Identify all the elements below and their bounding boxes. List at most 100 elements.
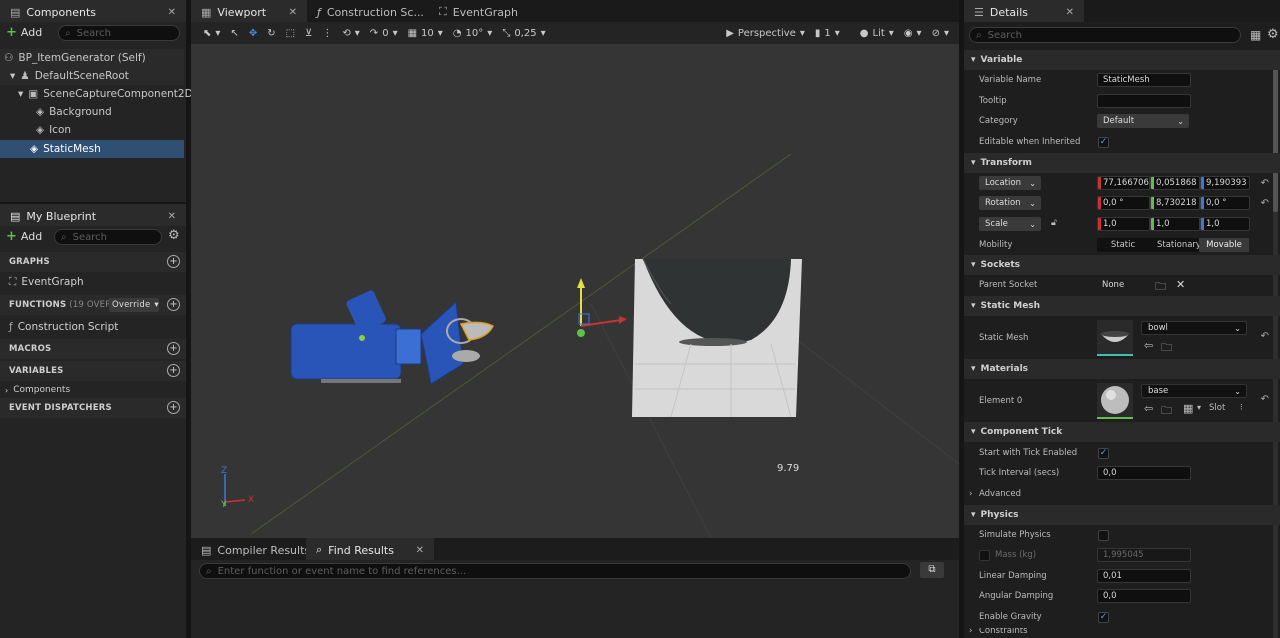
section-transform[interactable]: ▾ Transform — [964, 153, 1280, 173]
surface-snap-icon[interactable]: ⊻ — [305, 28, 312, 39]
tick-interval-field[interactable]: 0,0 — [1097, 466, 1191, 480]
static-mesh-dropdown[interactable]: bowl ⌄ — [1141, 321, 1247, 335]
tab-my-blueprint[interactable]: ▤ My Blueprint ✕ — [0, 204, 186, 226]
rotation-x[interactable]: 0,0 ° — [1097, 196, 1150, 210]
location-y[interactable]: 0,051868 — [1150, 176, 1200, 190]
variables-section[interactable]: VARIABLES + — [0, 361, 186, 381]
scale-y[interactable]: 1,0 — [1150, 217, 1200, 231]
material-thumbnail[interactable] — [1097, 383, 1133, 419]
lock-icon[interactable]: 🔓︎ — [1051, 218, 1057, 228]
close-icon[interactable]: ✕ — [1066, 7, 1074, 18]
mobility-movable[interactable]: Movable — [1199, 238, 1249, 252]
section-static-mesh[interactable]: ▾ Static Mesh — [964, 296, 1280, 316]
tab-eventgraph[interactable]: ⛶ EventGraph — [429, 0, 539, 22]
close-icon[interactable]: ✕ — [168, 7, 176, 18]
find-input[interactable]: ⌕ Enter function or event name to find r… — [199, 563, 911, 579]
scale-icon[interactable]: ⬚ — [286, 28, 295, 39]
reset-arrow-icon[interactable]: ↶ — [1261, 331, 1269, 342]
camera-speed-dropdown[interactable]: ▮ 1 ▾ — [815, 28, 840, 39]
section-component-tick[interactable]: ▾ Component Tick — [964, 422, 1280, 442]
slot-options-icon[interactable]: ⁝ — [1240, 403, 1243, 413]
tree-item-self[interactable]: ⚇ BP_ItemGenerator (Self) — [0, 49, 184, 67]
components-category[interactable]: › Components — [0, 380, 186, 400]
tab-components[interactable]: ▤ Components ✕ — [0, 0, 186, 22]
mesh-thumbnail[interactable] — [1097, 320, 1133, 356]
add-dispatcher-icon[interactable]: + — [167, 401, 180, 414]
use-selected-icon[interactable]: ⇦ — [1144, 339, 1153, 352]
scene-capture-camera[interactable] — [290, 289, 495, 385]
rotate-icon[interactable]: ↻ — [267, 28, 275, 39]
capture-preview-plane[interactable] — [632, 258, 802, 418]
angular-damping-field[interactable]: 0,0 — [1097, 589, 1191, 603]
gear-icon[interactable]: ⚙ — [168, 228, 180, 243]
angle-snap[interactable]: ◔ 10° ▾ — [453, 28, 493, 39]
tree-item-scenecapture[interactable]: ▾ ▣ SceneCaptureComponent2D — [0, 85, 193, 103]
graphs-section[interactable]: GRAPHS + — [0, 252, 186, 272]
components-search-input[interactable]: ⌕ Search — [58, 25, 180, 41]
viewport-canvas[interactable]: Z X Y 9.79 — [191, 44, 959, 538]
eventgraph-item[interactable]: ⛶ EventGraph — [0, 272, 186, 292]
section-physics[interactable]: ▾ Physics — [964, 505, 1280, 525]
location-x[interactable]: 77,166706 — [1097, 176, 1150, 190]
section-variable[interactable]: ▾ Variable — [964, 50, 1280, 70]
location-dropdown[interactable]: Location ⌄ — [979, 176, 1041, 190]
category-dropdown[interactable]: Default ⌄ — [1097, 114, 1189, 128]
reset-arrow-icon[interactable]: ↶ — [1261, 178, 1269, 189]
close-icon[interactable]: ✕ — [416, 545, 424, 556]
scale-dropdown[interactable]: Scale ⌄ — [979, 217, 1041, 231]
tooltip-field[interactable] — [1097, 94, 1191, 108]
use-selected-icon[interactable]: ⇦ — [1144, 402, 1153, 415]
rotation-dropdown[interactable]: Rotation ⌄ — [979, 196, 1041, 210]
close-icon[interactable]: ✕ — [168, 211, 176, 222]
construction-script-item[interactable]: ƒ Construction Script — [0, 317, 186, 337]
location-z[interactable]: 9,190393 — [1200, 176, 1250, 190]
functions-section[interactable]: FUNCTIONS (19 OVERRIDA Override ▾ + — [0, 295, 186, 315]
macros-section[interactable]: MACROS + — [0, 339, 186, 359]
tab-viewport[interactable]: ▦ Viewport ✕ — [191, 0, 307, 22]
section-materials[interactable]: ▾ Materials — [964, 359, 1280, 379]
constraints-row[interactable]: › Constraints — [964, 628, 1280, 638]
add-graph-icon[interactable]: + — [167, 255, 180, 268]
tree-item-staticmesh[interactable]: ◈ StaticMesh — [0, 140, 184, 158]
browse-icon[interactable]: 🗀︎ — [1161, 402, 1172, 421]
reset-arrow-icon[interactable]: ↶ — [1261, 198, 1269, 209]
add-component-button[interactable]: + Add — [6, 25, 42, 40]
simulate-checkbox[interactable] — [1098, 529, 1109, 541]
show-dropdown[interactable]: ◉ ▾ — [904, 28, 922, 39]
settings-dropdown[interactable]: ⊘ ▾ — [932, 28, 949, 39]
advanced-row[interactable]: › Advanced — [964, 484, 1280, 504]
details-search-input[interactable]: ⌕ Search — [969, 27, 1241, 43]
tab-compiler-results[interactable]: ▤ Compiler Results — [191, 538, 310, 560]
section-sockets[interactable]: ▾ Sockets — [964, 255, 1280, 275]
mobility-stationary[interactable]: Stationary — [1149, 238, 1199, 252]
chevron-down-icon[interactable]: ▾ — [1197, 403, 1201, 412]
binoculars-icon[interactable]: ⧉ — [920, 562, 944, 578]
move-icon[interactable]: ✥ — [249, 28, 257, 39]
close-icon[interactable]: ✕ — [289, 7, 297, 18]
table-view-icon[interactable]: ▦ — [1250, 28, 1261, 42]
tab-details[interactable]: ☰ Details ✕ — [964, 0, 1084, 22]
add-macro-icon[interactable]: + — [167, 342, 180, 355]
folder-search-icon[interactable]: 🗀︎ — [1155, 278, 1166, 297]
gear-icon[interactable]: ⚙ — [1267, 27, 1279, 42]
tab-construction-script[interactable]: ƒ Construction Sc... — [307, 0, 429, 22]
override-dropdown[interactable]: Override ▾ — [109, 298, 159, 312]
add-variable-icon[interactable]: + — [167, 364, 180, 377]
blueprint-search-input[interactable]: ⌕ Search — [54, 229, 162, 245]
reset-arrow-icon[interactable]: ↶ — [1261, 394, 1269, 405]
parent-socket-field[interactable]: None — [1097, 278, 1153, 292]
rotation-y[interactable]: 8,730218 ° — [1150, 196, 1200, 210]
browse-icon[interactable]: 🗀︎ — [1161, 339, 1172, 358]
variable-name-field[interactable]: StaticMesh — [1097, 73, 1191, 87]
scale-z[interactable]: 1,0 — [1200, 217, 1250, 231]
tree-item-background[interactable]: ◈ Background — [0, 103, 184, 121]
dispatchers-section[interactable]: EVENT DISPATCHERS + — [0, 398, 186, 418]
start-tick-checkbox[interactable]: ✓ — [1098, 447, 1109, 459]
rotation-z[interactable]: 0,0 ° — [1200, 196, 1250, 210]
transform-mode-dropdown[interactable]: ⬉ ▾ — [203, 28, 220, 39]
editable-checkbox[interactable]: ✓ — [1098, 136, 1109, 148]
scale-x[interactable]: 1,0 — [1097, 217, 1150, 231]
linear-damping-field[interactable]: 0,01 — [1097, 569, 1191, 583]
view-mode-dropdown[interactable]: ● Lit ▾ — [860, 28, 894, 39]
scale-snap[interactable]: ⤡ 0,25 ▾ — [502, 28, 545, 39]
